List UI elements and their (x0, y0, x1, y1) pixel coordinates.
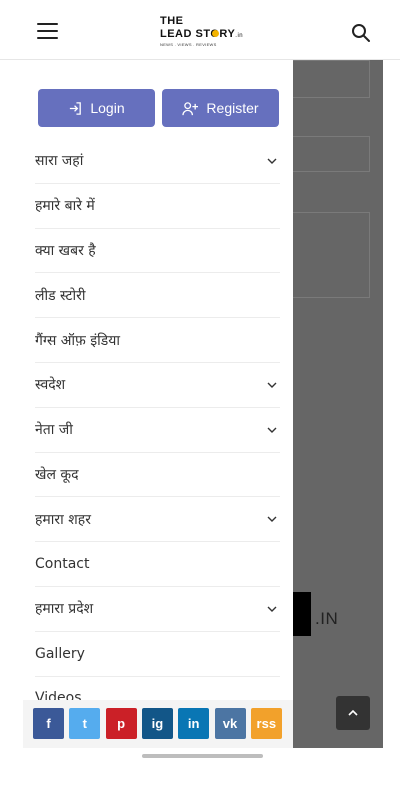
chevron-down-icon[interactable] (267, 381, 277, 389)
menu-item[interactable]: स्वदेश (35, 363, 280, 408)
user-plus-icon (182, 101, 199, 115)
rss-icon[interactable]: rss (250, 708, 282, 739)
chevron-down-icon[interactable] (267, 157, 277, 165)
menu-item-label: हमारा शहर (35, 511, 91, 528)
menu-item-label: गैंग्स ऑफ़ इंडिया (35, 332, 121, 349)
menu-item-label: हमारा प्रदेश (35, 601, 94, 618)
register-label: Register (206, 100, 259, 116)
page-right-edge (383, 60, 400, 748)
instagram-icon[interactable]: ig (141, 708, 173, 739)
chevron-up-icon (348, 709, 358, 716)
menu-item-label: लीड स्टोरी (35, 287, 86, 304)
vk-icon[interactable]: vk (214, 708, 246, 739)
logo-tagline: NEWS . VIEWS . REVIEWS (160, 42, 217, 47)
background-field (293, 212, 370, 298)
page-overlay[interactable]: .IN (293, 60, 383, 748)
drawer-menu: सारा जहां हमारे बारे में क्या खबर है लीड स्… (35, 139, 280, 722)
logo-dot (212, 30, 219, 37)
menu-item[interactable]: Contact (35, 542, 280, 587)
chevron-down-icon[interactable] (267, 515, 277, 523)
scroll-top-button[interactable] (336, 696, 370, 730)
menu-item-label: हमारे बारे में (35, 198, 95, 215)
background-brand-text: .IN (315, 609, 339, 628)
menu-item[interactable]: सारा जहां (35, 139, 280, 184)
menu-item-label: नेता जी (35, 422, 73, 439)
menu-item-label: क्या खबर है (35, 242, 96, 259)
login-label: Login (90, 100, 125, 116)
menu-item[interactable]: क्या खबर है (35, 229, 280, 274)
chevron-down-icon[interactable] (267, 426, 277, 434)
pinterest-icon[interactable]: p (105, 708, 137, 739)
hamburger-icon[interactable] (37, 23, 58, 39)
menu-item[interactable]: हमारे बारे में (35, 184, 280, 229)
logo-line-2: LEAD STORY.in (160, 28, 244, 40)
side-drawer: Login Register सारा जहां हमारे बारे में क्… (20, 60, 293, 748)
background-field (293, 60, 370, 98)
twitter-icon[interactable]: t (69, 708, 101, 739)
background-field (293, 136, 370, 172)
linkedin-icon[interactable]: in (178, 708, 210, 739)
site-logo[interactable]: THE LEAD STORY.in NEWS . VIEWS . REVIEWS (160, 15, 252, 51)
menu-item[interactable]: गैंग्स ऑफ़ इंडिया (35, 318, 280, 363)
logo-line-1: THE (160, 15, 184, 27)
menu-item-label: Gallery (35, 645, 85, 662)
menu-item[interactable]: लीड स्टोरी (35, 273, 280, 319)
menu-item-label: स्वदेश (35, 377, 66, 394)
site-header: THE LEAD STORY.in NEWS . VIEWS . REVIEWS (0, 0, 400, 60)
menu-item-label: सारा जहां (35, 153, 84, 170)
register-button[interactable]: Register (162, 89, 279, 127)
sign-in-icon (70, 101, 82, 115)
menu-item-label: Contact (35, 556, 90, 573)
menu-item-label: खेल कूद (35, 466, 79, 483)
menu-item[interactable]: Gallery (35, 632, 280, 677)
facebook-icon[interactable]: f (33, 708, 64, 739)
menu-item[interactable]: हमारा प्रदेश (35, 587, 280, 632)
home-indicator (142, 754, 263, 758)
social-bar: f t p ig in vk rss (23, 700, 293, 748)
background-brand-block (293, 592, 311, 636)
menu-item[interactable]: हमारा शहर (35, 497, 280, 543)
menu-item[interactable]: खेल कूद (35, 453, 280, 498)
menu-item[interactable]: नेता जी (35, 408, 280, 453)
login-button[interactable]: Login (38, 89, 155, 127)
search-icon[interactable] (351, 23, 371, 43)
chevron-down-icon[interactable] (267, 605, 277, 613)
